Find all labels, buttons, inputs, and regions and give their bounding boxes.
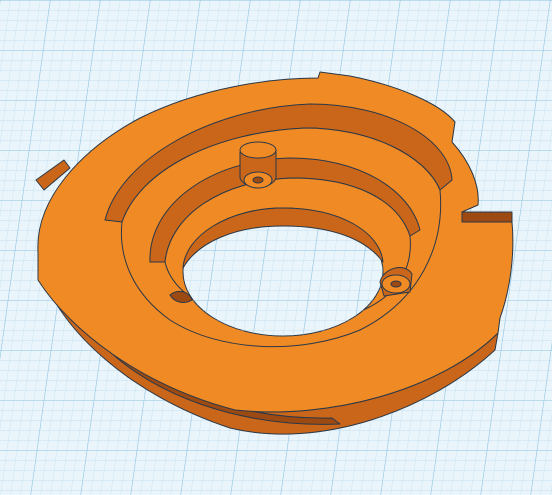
workplane-viewport[interactable]: [0, 0, 552, 495]
screw-boss-top: [239, 141, 277, 189]
split-slot: [461, 211, 513, 223]
